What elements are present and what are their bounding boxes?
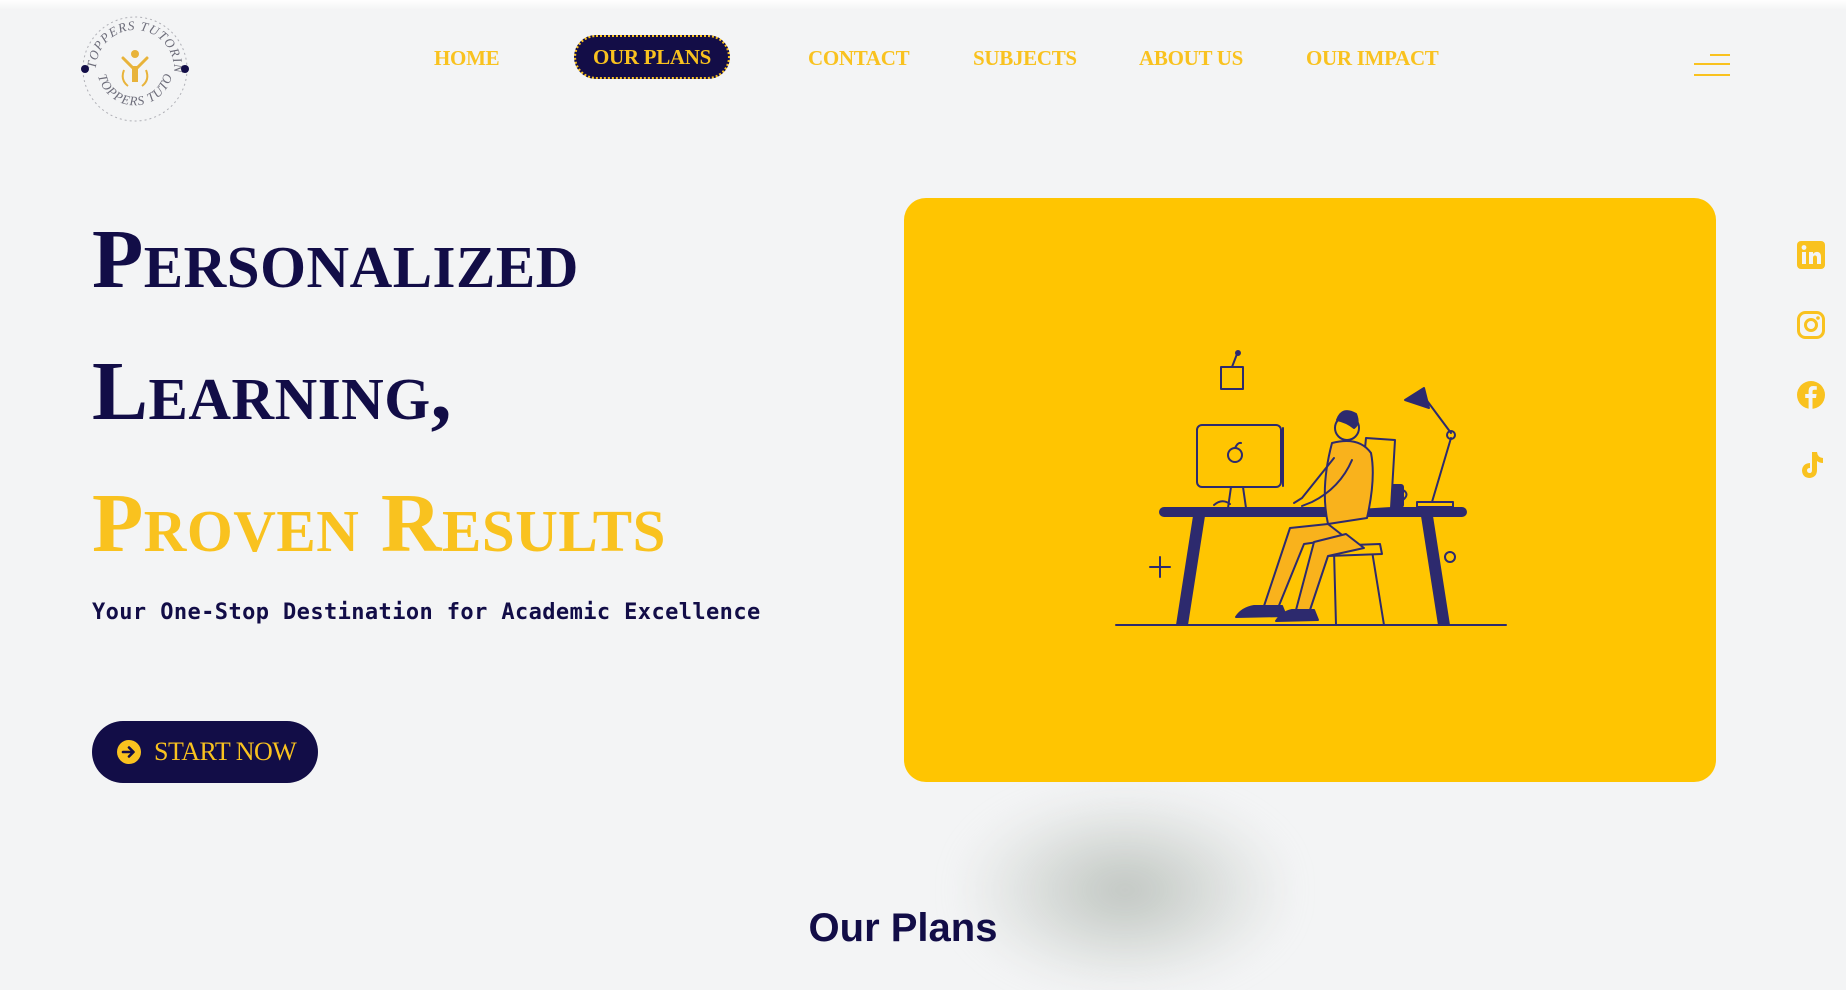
- person-at-desk-illustration: [1115, 350, 1507, 626]
- toppers-tutoring-logo[interactable]: TOPPERS TUTORING TOPPERS TUTORING: [70, 0, 194, 128]
- background-blur-decoration: [960, 790, 1290, 990]
- start-now-button[interactable]: START NOW: [92, 721, 318, 783]
- hero-tagline: Your One-Stop Destination for Academic E…: [92, 600, 761, 625]
- facebook-icon[interactable]: [1796, 380, 1826, 410]
- start-now-label: START NOW: [154, 737, 297, 766]
- nav-our-plans[interactable]: OUR PLANS: [574, 35, 730, 79]
- hero-illustration-card: [904, 198, 1716, 782]
- nav-home[interactable]: HOME: [434, 44, 500, 72]
- top-edge: [0, 0, 1846, 10]
- linkedin-icon[interactable]: [1796, 240, 1826, 270]
- tiktok-icon[interactable]: [1796, 450, 1826, 480]
- hamburger-menu-icon[interactable]: [1694, 54, 1730, 80]
- nav-about-us[interactable]: ABOUT US: [1139, 44, 1243, 72]
- nav-subjects[interactable]: SUBJECTS: [973, 44, 1077, 72]
- hero-headline-line1: Personalized: [92, 213, 579, 306]
- hero-headline-line3: Proven Results: [92, 477, 666, 570]
- nav-contact[interactable]: CONTACT: [808, 44, 910, 72]
- arrow-right-circle-icon: [117, 740, 141, 764]
- nav-our-impact[interactable]: OUR IMPACT: [1306, 44, 1439, 72]
- our-plans-heading: Our Plans: [808, 906, 998, 950]
- instagram-icon[interactable]: [1796, 310, 1826, 340]
- hero-headline-line2: Learning,: [92, 345, 453, 438]
